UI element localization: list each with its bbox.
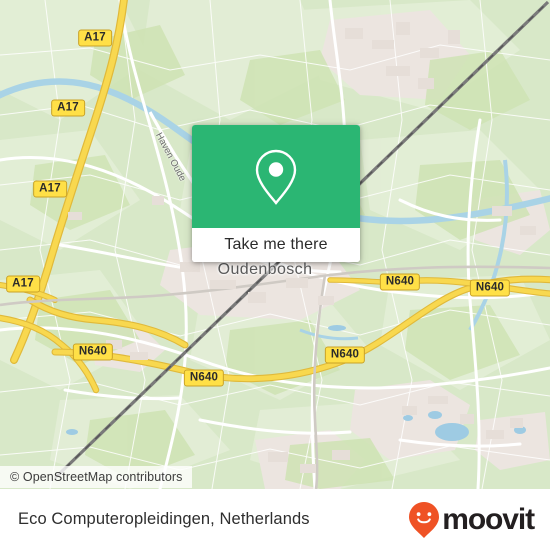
road-shield-n640[interactable]: N640 xyxy=(379,273,421,291)
destination-popup-card[interactable]: Take me there xyxy=(192,125,360,262)
location-pin-icon xyxy=(255,149,297,205)
moovit-logo[interactable]: moovit xyxy=(408,501,535,539)
moovit-map-screen: Oudenbosch Haven Oude A17 A17 A17 A17 N6… xyxy=(0,0,550,550)
road-shield-n640[interactable]: N640 xyxy=(469,279,511,297)
take-me-there-button[interactable]: Take me there xyxy=(192,228,360,262)
map-attribution[interactable]: © OpenStreetMap contributors xyxy=(0,466,192,488)
road-shield-n640[interactable]: N640 xyxy=(183,369,225,387)
road-shield-n640[interactable]: N640 xyxy=(324,346,366,364)
location-title: Eco Computeropleidingen, Netherlands xyxy=(18,510,310,528)
road-shield-a17[interactable]: A17 xyxy=(51,99,85,117)
take-me-there-label: Take me there xyxy=(224,236,328,253)
road-shield-a17[interactable]: A17 xyxy=(6,275,40,293)
moovit-wordmark: moovit xyxy=(442,502,535,536)
road-shield-n640[interactable]: N640 xyxy=(72,343,114,361)
road-shield-a17[interactable]: A17 xyxy=(78,29,112,47)
popup-card-header xyxy=(192,125,360,228)
footer-bar: Eco Computeropleidingen, Netherlands moo… xyxy=(0,489,550,550)
map-place-label-oudenbosch: Oudenbosch xyxy=(217,261,313,278)
road-shield-a17[interactable]: A17 xyxy=(33,180,67,198)
map-attribution-text: © OpenStreetMap contributors xyxy=(10,470,183,484)
moovit-pin-icon xyxy=(409,501,440,538)
